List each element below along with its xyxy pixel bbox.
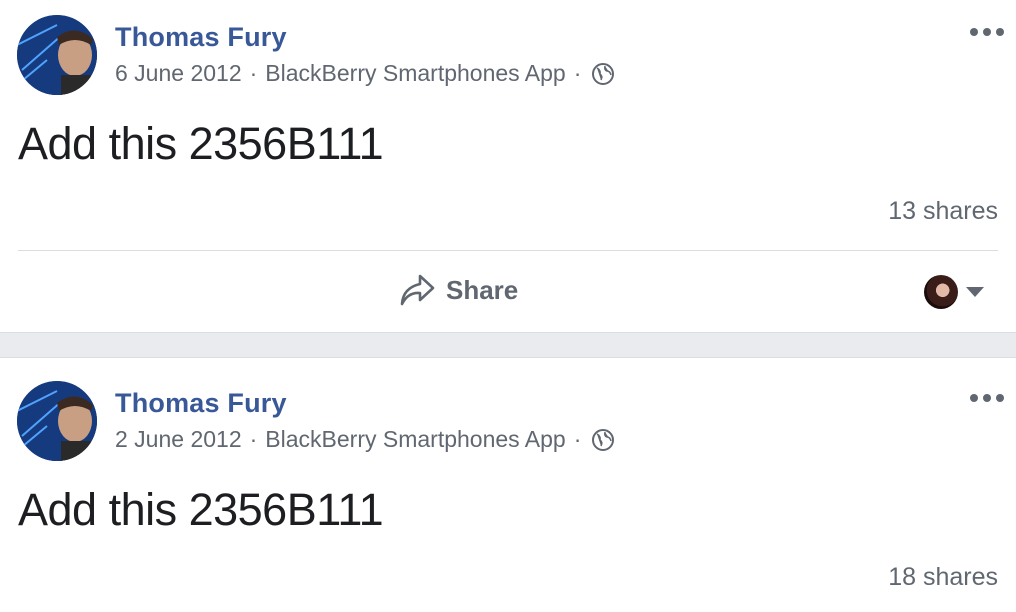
post-app[interactable]: BlackBerry Smartphones App xyxy=(265,426,565,453)
post-card: Thomas Fury 6 June 2012 · BlackBerry Sma… xyxy=(0,0,1016,332)
dot xyxy=(983,28,991,36)
post-meta: 6 June 2012 · BlackBerry Smartphones App… xyxy=(115,60,615,87)
divider xyxy=(18,250,998,251)
dot xyxy=(970,28,978,36)
meta-separator: · xyxy=(249,426,258,452)
share-button[interactable]: Share xyxy=(398,272,518,308)
author-name[interactable]: Thomas Fury xyxy=(115,388,287,419)
viewer-avatar xyxy=(924,275,958,309)
author-avatar[interactable] xyxy=(17,381,97,461)
share-arrow-icon xyxy=(398,272,436,308)
more-options-icon[interactable] xyxy=(970,22,1004,42)
share-button-label: Share xyxy=(446,274,519,305)
post-text: Add this 2356B111 xyxy=(18,484,384,535)
feed-gap xyxy=(0,332,1016,358)
post-text: Add this 2356B111 xyxy=(18,118,384,169)
post-date[interactable]: 2 June 2012 xyxy=(115,426,242,453)
meta-separator: · xyxy=(573,426,582,452)
author-avatar[interactable] xyxy=(17,15,97,95)
post-as-selector[interactable] xyxy=(924,275,984,309)
post-app[interactable]: BlackBerry Smartphones App xyxy=(265,60,565,87)
more-options-icon[interactable] xyxy=(970,388,1004,408)
share-count[interactable]: 13 shares xyxy=(888,197,998,226)
dot xyxy=(970,394,978,402)
author-name[interactable]: Thomas Fury xyxy=(115,22,287,53)
caret-down-icon xyxy=(966,287,984,297)
post-meta: 2 June 2012 · BlackBerry Smartphones App… xyxy=(115,426,615,453)
globe-icon[interactable] xyxy=(591,62,615,86)
post-card: Thomas Fury 2 June 2012 · BlackBerry Sma… xyxy=(0,358,1016,612)
dot xyxy=(996,394,1004,402)
dot xyxy=(996,28,1004,36)
meta-separator: · xyxy=(249,60,258,86)
post-date[interactable]: 6 June 2012 xyxy=(115,60,242,87)
meta-separator: · xyxy=(573,60,582,86)
globe-icon[interactable] xyxy=(591,428,615,452)
dot xyxy=(983,394,991,402)
news-feed: Thomas Fury 6 June 2012 · BlackBerry Sma… xyxy=(0,0,1016,612)
share-count[interactable]: 18 shares xyxy=(888,563,998,592)
